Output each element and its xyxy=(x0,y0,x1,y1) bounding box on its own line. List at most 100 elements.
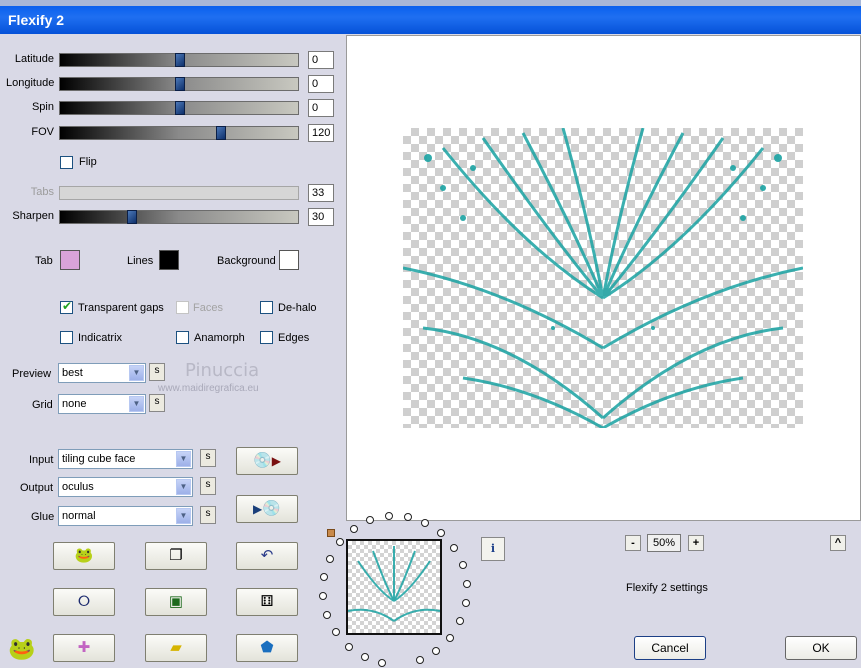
latitude-slider[interactable] xyxy=(59,53,299,67)
dial-dot[interactable] xyxy=(462,579,471,588)
dial-dot[interactable] xyxy=(446,633,455,642)
fov-slider-thumb[interactable] xyxy=(215,126,226,140)
window-title: Flexify 2 xyxy=(8,12,65,28)
zoom-out-button[interactable]: - xyxy=(625,535,641,551)
chevron-down-icon: ▼ xyxy=(129,396,144,412)
indicatrix-checkbox[interactable] xyxy=(60,331,73,344)
latitude-value-field[interactable]: 0 xyxy=(308,51,334,69)
dial-dot[interactable] xyxy=(366,516,375,525)
tab-color-swatch[interactable] xyxy=(60,250,80,270)
tabs-label: Tabs xyxy=(30,186,54,198)
dice-icon: ⚅ xyxy=(260,593,274,610)
dial-dot[interactable] xyxy=(384,512,393,521)
transparent-gaps-label: Transparent gaps xyxy=(78,302,164,314)
zoom-in-button[interactable]: + xyxy=(688,535,704,551)
dial-handle[interactable] xyxy=(327,529,335,537)
transparent-gaps-checkbox[interactable]: ✔ xyxy=(60,299,73,314)
spin-label: Spin xyxy=(31,101,54,113)
info-button[interactable]: i xyxy=(481,537,505,561)
input-s-button[interactable]: s xyxy=(200,449,216,467)
frame-button[interactable]: ▣ xyxy=(145,588,207,616)
undo-button[interactable]: ↶ xyxy=(236,542,298,570)
chevron-down-icon: ▼ xyxy=(176,508,191,524)
sharpen-value-field[interactable]: 30 xyxy=(308,208,334,226)
lines-color-swatch[interactable] xyxy=(159,250,179,270)
dial-dot[interactable] xyxy=(403,513,412,522)
flip-checkbox[interactable] xyxy=(60,156,73,169)
dice-button[interactable]: ⚅ xyxy=(236,588,298,616)
dial-dot[interactable] xyxy=(319,592,328,601)
dial-dot[interactable] xyxy=(344,642,353,651)
dial-dot[interactable] xyxy=(421,518,430,527)
preview-quality-select[interactable]: best ▼ xyxy=(58,363,146,383)
edges-label: Edges xyxy=(278,332,310,344)
dial-dot[interactable] xyxy=(335,538,344,547)
output-label: Output xyxy=(20,482,54,494)
flip-label: Flip xyxy=(79,156,97,168)
longitude-value-field[interactable]: 0 xyxy=(308,75,334,93)
faces-checkbox[interactable] xyxy=(176,301,189,314)
pentagon-button[interactable]: ⬟ xyxy=(236,634,298,662)
output-s-button[interactable]: s xyxy=(200,477,216,495)
preview-image xyxy=(402,127,804,430)
background-color-swatch[interactable] xyxy=(279,250,299,270)
output-value: oculus xyxy=(62,481,94,493)
thumbnail-preview[interactable] xyxy=(346,539,442,635)
dial-dot[interactable] xyxy=(432,646,441,655)
dial-dot[interactable] xyxy=(456,617,465,626)
fov-value-field[interactable]: 120 xyxy=(308,124,334,142)
copy-icon: ❐ xyxy=(169,547,183,564)
cross-icon: ✚ xyxy=(77,639,91,656)
brick-button[interactable]: ▰ xyxy=(145,634,207,662)
dial-dot[interactable] xyxy=(320,573,329,582)
dial-dot[interactable] xyxy=(323,611,332,620)
anamorph-checkbox[interactable] xyxy=(176,331,189,344)
randomize-button[interactable]: 🐸 xyxy=(53,542,115,570)
collapse-button[interactable]: ^ xyxy=(830,535,846,551)
fov-slider[interactable] xyxy=(59,126,299,140)
input-select[interactable]: tiling cube face ▼ xyxy=(58,449,193,469)
longitude-slider-thumb[interactable] xyxy=(175,77,185,91)
faces-label: Faces xyxy=(193,302,223,314)
grid-select[interactable]: none ▼ xyxy=(58,394,146,414)
glue-s-button[interactable]: s xyxy=(200,506,216,524)
ring-icon: ⭘ xyxy=(77,593,90,610)
dial-dot[interactable] xyxy=(325,554,334,563)
copy-button[interactable]: ❐ xyxy=(145,542,207,570)
anamorph-label: Anamorph xyxy=(194,332,245,344)
load-input-button[interactable]: 💿▶ xyxy=(236,447,298,475)
preview-s-button[interactable]: s xyxy=(149,363,165,381)
ring-button[interactable]: ⭘ xyxy=(53,588,115,616)
spin-slider[interactable] xyxy=(59,101,299,115)
dial-dot[interactable] xyxy=(332,628,341,637)
dial-dot[interactable] xyxy=(461,598,470,607)
glue-select[interactable]: normal ▼ xyxy=(58,506,193,526)
dial-dot[interactable] xyxy=(458,560,467,569)
dehalo-label: De-halo xyxy=(278,302,317,314)
pentagon-icon: ⬟ xyxy=(260,639,274,656)
ok-button[interactable]: OK xyxy=(785,636,857,660)
dehalo-checkbox[interactable] xyxy=(260,301,273,314)
latitude-slider-thumb[interactable] xyxy=(175,53,185,67)
spin-slider-thumb[interactable] xyxy=(175,101,185,115)
output-select[interactable]: oculus ▼ xyxy=(58,477,193,497)
sharpen-slider[interactable] xyxy=(59,210,299,224)
dial-dot[interactable] xyxy=(415,655,424,664)
grid-s-button[interactable]: s xyxy=(149,394,165,412)
longitude-slider[interactable] xyxy=(59,77,299,91)
dial-dot[interactable] xyxy=(360,653,369,662)
edges-checkbox[interactable] xyxy=(260,331,273,344)
dial-dot[interactable] xyxy=(437,529,446,538)
preview-quality-label: Preview xyxy=(12,368,52,380)
dial-dot[interactable] xyxy=(449,543,458,552)
dial-dot[interactable] xyxy=(349,525,358,534)
tabs-value-field: 33 xyxy=(308,184,334,202)
sharpen-slider-thumb[interactable] xyxy=(127,210,137,224)
dial-dot[interactable] xyxy=(378,658,387,667)
save-output-button[interactable]: ▶💿 xyxy=(236,495,298,523)
background-color-label: Background xyxy=(217,255,276,267)
cancel-button[interactable]: Cancel xyxy=(634,636,706,660)
spin-value-field[interactable]: 0 xyxy=(308,99,334,117)
preview-pattern xyxy=(402,127,804,430)
cross-button[interactable]: ✚ xyxy=(53,634,115,662)
